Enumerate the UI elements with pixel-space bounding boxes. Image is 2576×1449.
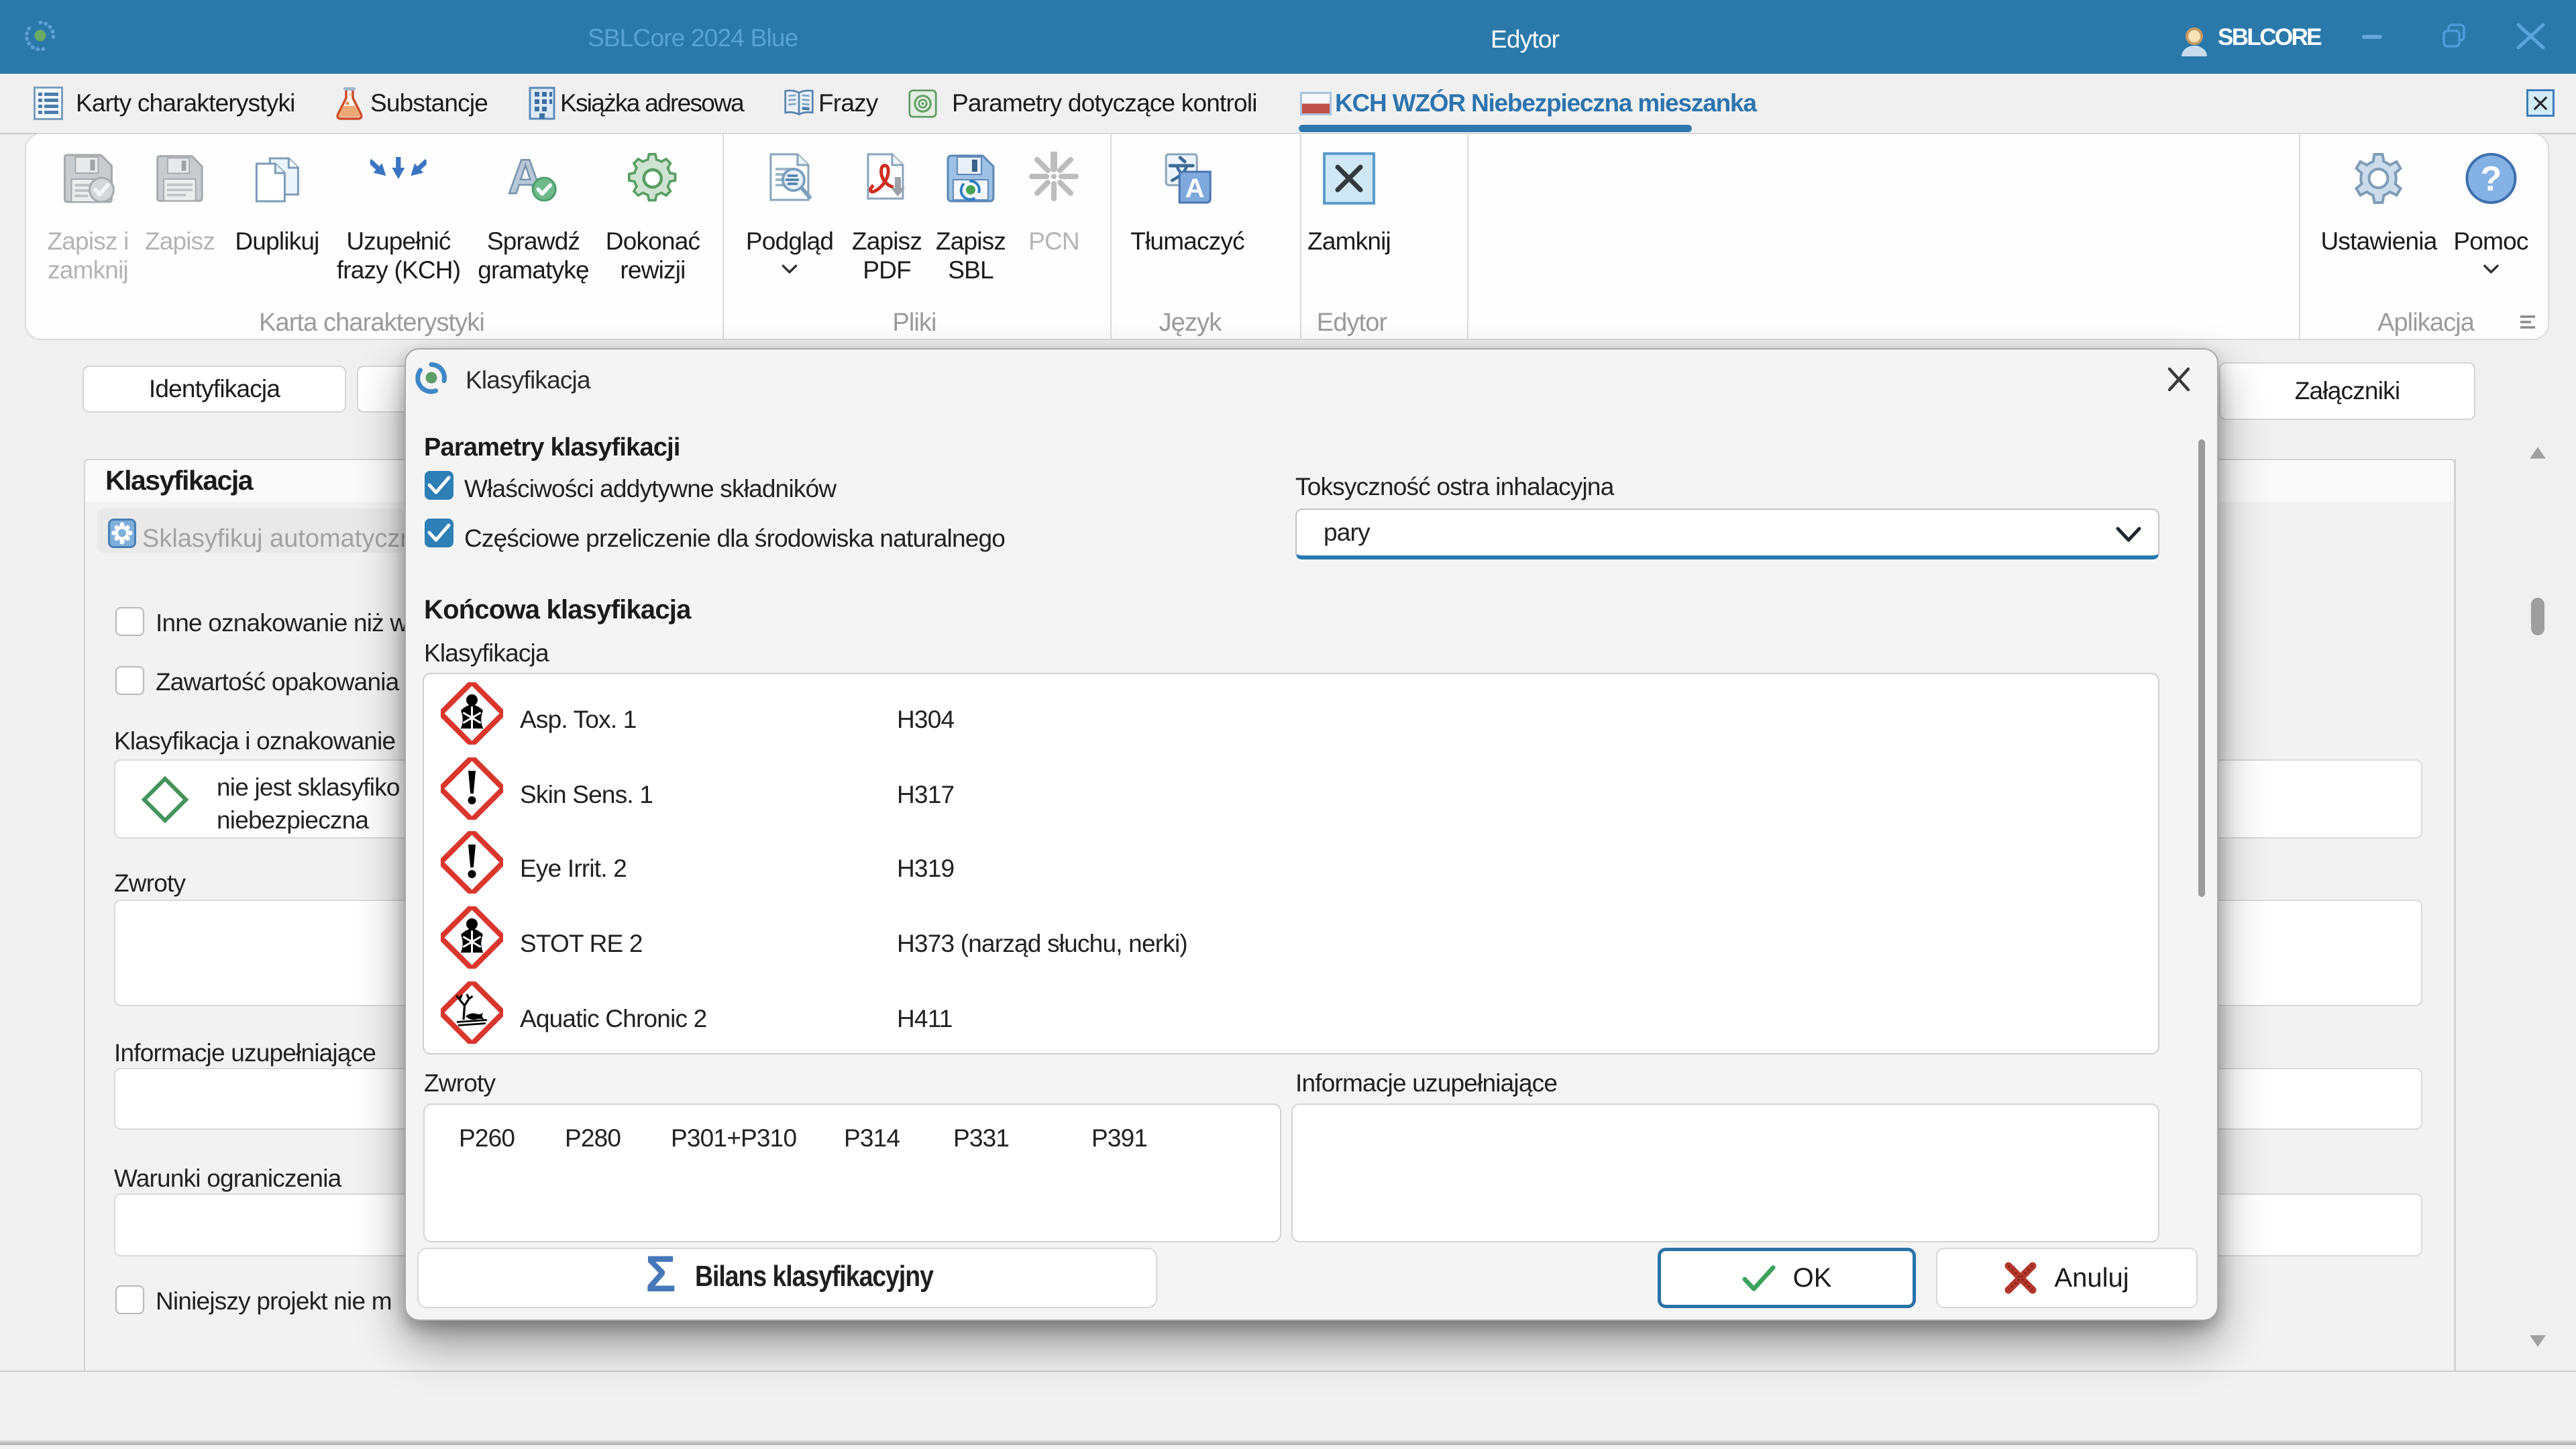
svg-text:A: A (1185, 174, 1205, 203)
svg-text:?: ? (2480, 160, 2502, 199)
